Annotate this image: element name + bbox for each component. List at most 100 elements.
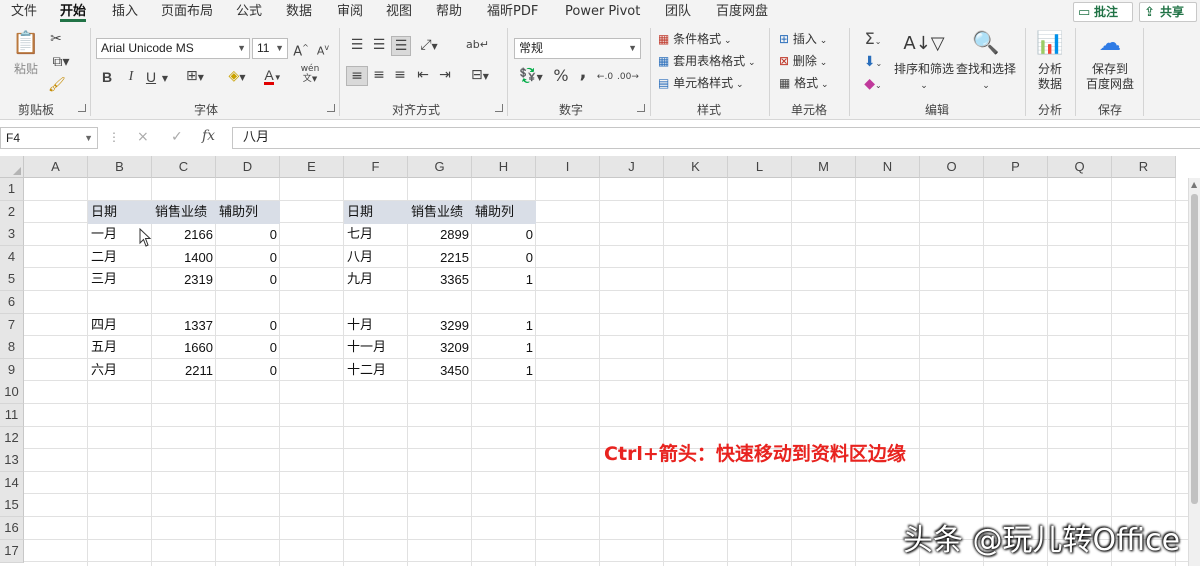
autosum-icon[interactable]: Σ⌄	[858, 30, 888, 51]
cell[interactable]: 0	[472, 246, 536, 269]
column-header[interactable]: F	[344, 156, 408, 178]
cell[interactable]: 1	[472, 336, 536, 359]
phonetic-guide-button[interactable]: wén 文▼	[297, 64, 323, 84]
cell[interactable]: 1	[472, 359, 536, 382]
column-header[interactable]: L	[728, 156, 792, 178]
column-header[interactable]: P	[984, 156, 1048, 178]
tab-file[interactable]: 文件	[11, 4, 37, 22]
cell[interactable]: 1337	[152, 314, 216, 337]
cell[interactable]: 三月	[88, 268, 152, 291]
cell[interactable]: 1400	[152, 246, 216, 269]
row-header[interactable]: 13	[0, 449, 24, 473]
merge-center-icon[interactable]: ⊟▼	[466, 66, 494, 86]
delete-cells-button[interactable]: ⊠ 删除 ⌄	[779, 53, 827, 71]
format-painter-icon[interactable]: 🖌	[48, 76, 66, 94]
cell[interactable]: 0	[216, 246, 280, 269]
comma-style-button[interactable]: ,	[576, 64, 590, 82]
decrease-decimal-icon[interactable]: .00→	[617, 68, 639, 86]
row-header[interactable]: 11	[0, 404, 24, 427]
cell-styles-button[interactable]: ▤ 单元格样式 ⌄	[658, 75, 744, 93]
select-all-button[interactable]	[0, 156, 24, 178]
format-cells-button[interactable]: ▦ 格式 ⌄	[779, 75, 829, 93]
row-header[interactable]: 9	[0, 358, 24, 382]
font-size-select[interactable]: 11 ▼	[252, 38, 288, 59]
cell[interactable]: 五月	[88, 336, 152, 359]
percent-button[interactable]: %	[552, 67, 570, 85]
font-launcher-icon[interactable]	[327, 104, 335, 112]
tab-help[interactable]: 帮助	[436, 4, 462, 22]
cut-icon[interactable]: ✂	[48, 30, 64, 48]
tab-review[interactable]: 审阅	[337, 4, 363, 22]
row-header[interactable]: 6	[0, 291, 24, 314]
column-header[interactable]: I	[536, 156, 600, 178]
cell[interactable]: 销售业绩	[152, 201, 216, 224]
insert-cells-button[interactable]: ⊞ 插入 ⌄	[779, 31, 827, 49]
cell[interactable]: 2899	[408, 223, 472, 246]
row-header[interactable]: 7	[0, 313, 24, 337]
cell[interactable]: 十一月	[344, 336, 408, 359]
row-header[interactable]: 12	[0, 426, 24, 450]
column-header[interactable]: C	[152, 156, 216, 178]
align-right-icon[interactable]: ≡	[391, 66, 409, 84]
tab-view[interactable]: 视图	[386, 4, 412, 22]
share-button[interactable]: ⇪ 共享	[1139, 2, 1197, 22]
row-header[interactable]: 8	[0, 336, 24, 360]
worksheet-grid[interactable]: A B C D E F G H I J K L M N O P Q R 1 2 3 4 5 6 7 8 9 10 11 12 13 14 15 1…	[0, 156, 1200, 566]
cell[interactable]: 1	[472, 314, 536, 337]
formula-bar-grip-icon[interactable]: ⋮	[108, 130, 120, 144]
decrease-font-icon[interactable]: Av	[314, 39, 332, 61]
italic-button[interactable]: I	[124, 68, 138, 86]
increase-indent-icon[interactable]: ⇥	[436, 66, 454, 84]
row-header[interactable]: 5	[0, 268, 24, 292]
cell[interactable]: 日期	[88, 201, 152, 224]
tab-formulas[interactable]: 公式	[236, 4, 262, 22]
align-left-icon[interactable]: ≡	[346, 66, 368, 86]
scrollbar-thumb[interactable]	[1191, 194, 1198, 504]
column-header[interactable]: O	[920, 156, 984, 178]
underline-button[interactable]: U	[144, 68, 158, 86]
cell[interactable]: 辅助列	[216, 201, 280, 224]
borders-icon[interactable]: ⊞▼	[181, 67, 209, 87]
insert-function-icon[interactable]: fx	[202, 128, 215, 144]
tab-team[interactable]: 团队	[665, 4, 691, 22]
cell[interactable]: 销售业绩	[408, 201, 472, 224]
column-header[interactable]: N	[856, 156, 920, 178]
clipboard-launcher-icon[interactable]	[78, 104, 86, 112]
tab-page-layout[interactable]: 页面布局	[161, 4, 213, 22]
tab-baidu-netdisk[interactable]: 百度网盘	[716, 4, 768, 22]
font-name-select[interactable]: Arial Unicode MS ▼	[96, 38, 250, 59]
column-header[interactable]: Q	[1048, 156, 1112, 178]
cell[interactable]: 2211	[152, 359, 216, 382]
bold-button[interactable]: B	[100, 68, 114, 86]
row-header[interactable]: 1	[0, 178, 24, 201]
cell[interactable]: 2215	[408, 246, 472, 269]
conditional-formatting-button[interactable]: ▦ 条件格式 ⌄	[658, 31, 732, 49]
cell[interactable]: 3365	[408, 268, 472, 291]
cell[interactable]: 2166	[152, 223, 216, 246]
column-header[interactable]: B	[88, 156, 152, 178]
cell[interactable]: 日期	[344, 201, 408, 224]
save-to-baidu-button[interactable]: ☁ 保存到 百度网盘	[1082, 30, 1138, 92]
alignment-launcher-icon[interactable]	[495, 104, 503, 112]
cell[interactable]: 0	[216, 359, 280, 382]
cell[interactable]: 1	[472, 268, 536, 291]
comments-button[interactable]: ▭ 批注	[1073, 2, 1133, 22]
cell[interactable]: 0	[216, 314, 280, 337]
paste-button[interactable]: 📋 粘贴	[8, 30, 44, 77]
find-select-button[interactable]: 🔍 查找和选择 ⌄	[955, 30, 1017, 94]
align-top-icon[interactable]: ☰	[348, 36, 366, 54]
column-header[interactable]: G	[408, 156, 472, 178]
cell[interactable]: 辅助列	[472, 201, 536, 224]
name-box[interactable]: F4 ▼	[0, 127, 98, 149]
row-header[interactable]: 16	[0, 517, 24, 540]
cancel-icon[interactable]: ×	[137, 129, 149, 145]
analyze-data-button[interactable]: 📊 分析 数据	[1031, 30, 1069, 92]
orientation-icon[interactable]: ⤢▼	[416, 36, 442, 56]
clear-icon[interactable]: ◆⌄	[858, 75, 888, 95]
decrease-indent-icon[interactable]: ⇤	[414, 66, 432, 84]
row-header[interactable]: 17	[0, 539, 24, 563]
align-bottom-icon[interactable]: ☰	[391, 36, 411, 56]
cell[interactable]: 0	[216, 223, 280, 246]
cell[interactable]: 3299	[408, 314, 472, 337]
tab-insert[interactable]: 插入	[112, 4, 138, 22]
